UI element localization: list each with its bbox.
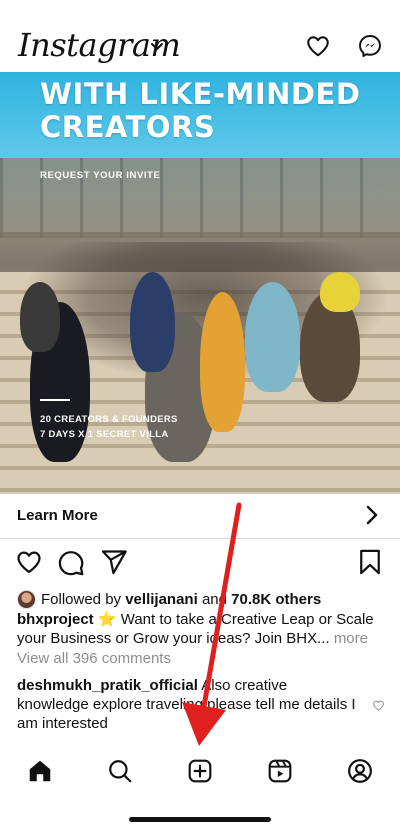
home-icon[interactable] (27, 758, 53, 784)
image-caption-line-1: 20 CREATORS & FOUNDERS (40, 414, 178, 425)
image-caption: 20 CREATORS & FOUNDERS 7 DAYS X 1 SECRET… (40, 412, 178, 442)
create-icon[interactable] (187, 758, 213, 784)
share-icon[interactable] (100, 548, 128, 576)
post-caption: bhxproject ⭐ Want to take a Creative Lea… (17, 610, 387, 648)
heart-icon[interactable] (305, 33, 331, 59)
more-link[interactable]: more (334, 630, 368, 647)
headline-line-1: WITH LIKE-MINDED (40, 77, 361, 111)
followed-joiner: and (201, 590, 227, 608)
bookmark-icon[interactable] (356, 548, 384, 576)
person (200, 292, 245, 432)
comment-like-heart-icon[interactable] (372, 699, 385, 712)
view-all-comments-link[interactable]: View all 396 comments (17, 650, 171, 667)
followed-prefix: Followed by (41, 590, 122, 608)
top-comment: deshmukh_pratik_official Also creative k… (17, 676, 362, 733)
person (130, 272, 175, 372)
person (20, 282, 60, 352)
bottom-nav (0, 748, 400, 798)
profile-icon[interactable] (347, 758, 373, 784)
star-emoji: ⭐ (97, 611, 117, 628)
caption-divider (40, 399, 70, 401)
person (245, 282, 300, 392)
reels-icon[interactable] (267, 758, 293, 784)
request-invite-text: REQUEST YOUR INVITE (40, 170, 161, 181)
chevron-right-icon (366, 505, 378, 525)
top-bar: Instagram (0, 0, 400, 72)
followed-by[interactable]: Followed by vellijanani and 70.8K others (17, 588, 321, 610)
comment-icon[interactable] (57, 548, 85, 576)
search-icon[interactable] (107, 758, 133, 784)
post-image[interactable]: WITH LIKE-MINDED CREATORS REQUEST YOUR I… (0, 72, 400, 494)
comment-username[interactable]: deshmukh_pratik_official (17, 677, 198, 694)
follower-username[interactable]: vellijanani (125, 591, 198, 608)
learn-more-label: Learn More (17, 507, 98, 524)
like-heart-icon[interactable] (15, 548, 43, 576)
caption-username[interactable]: bhxproject (17, 611, 94, 628)
learn-more-bar[interactable]: Learn More (0, 494, 400, 539)
headline-line-2: CREATORS (40, 110, 216, 144)
messenger-icon[interactable] (357, 33, 383, 59)
image-caption-line-2: 7 DAYS X 1 SECRET VILLA (40, 429, 169, 440)
chevron-down-icon[interactable] (150, 40, 164, 54)
likes-count[interactable]: 70.8K others (231, 591, 321, 608)
person (320, 272, 360, 312)
follower-avatar (17, 589, 36, 609)
home-indicator (129, 817, 271, 822)
image-headline: WITH LIKE-MINDED CREATORS (40, 78, 360, 144)
